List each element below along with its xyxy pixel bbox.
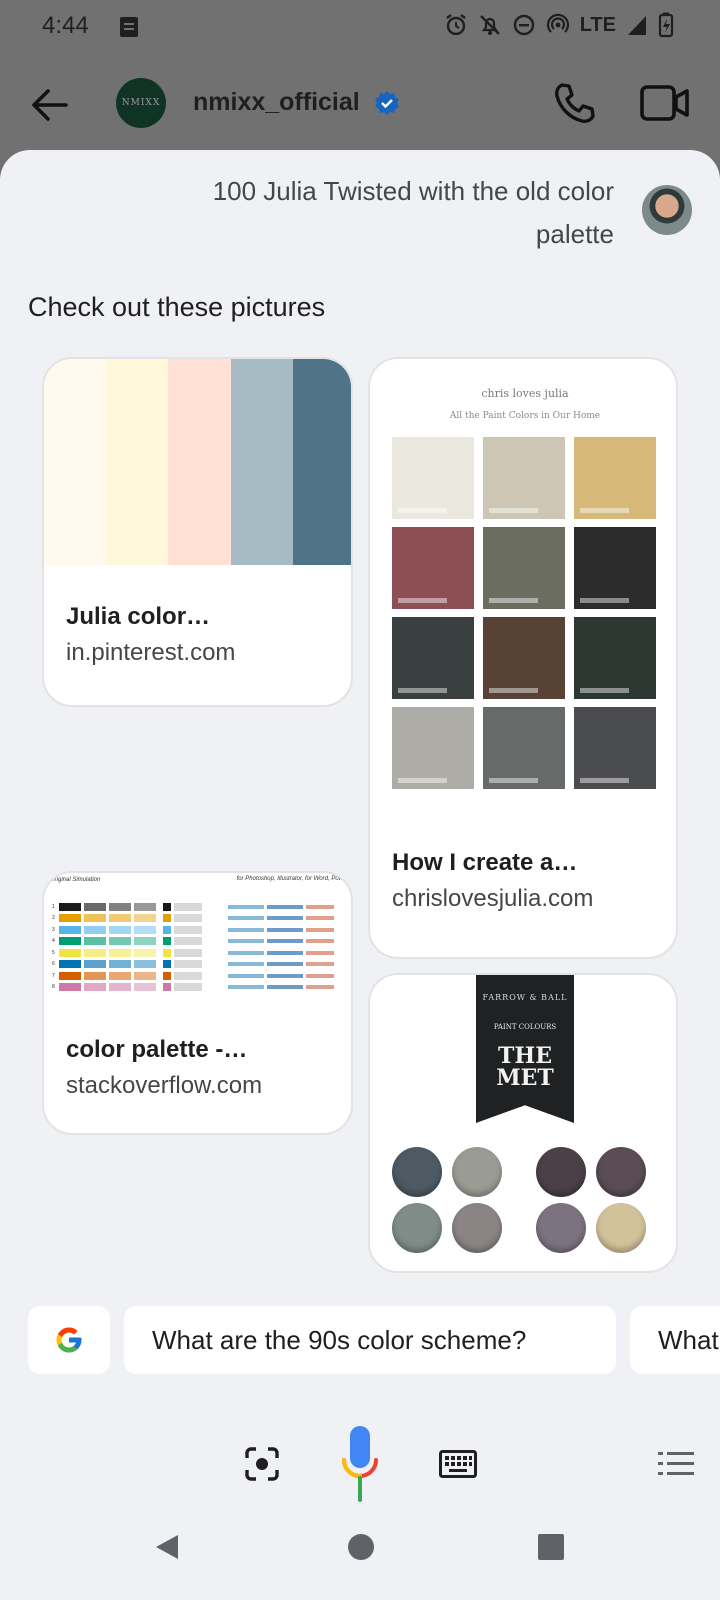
- paint-dot: [536, 1147, 586, 1197]
- contact-avatar[interactable]: NMIXX: [116, 78, 166, 128]
- image-banner: FARROW & BALL PAINT COLOURS THE MET: [476, 975, 574, 1123]
- keyboard-icon: [439, 1450, 477, 1478]
- video-call-icon[interactable]: [640, 82, 690, 124]
- suggestion-chip-90s-color-scheme[interactable]: What are the 90s color scheme?: [124, 1306, 616, 1374]
- do-not-disturb-icon: [513, 14, 534, 36]
- paint-dot: [536, 1203, 586, 1253]
- image-subtitle-text: All the Paint Colors in Our Home: [449, 411, 601, 421]
- notification-message-icon: [120, 17, 138, 37]
- verified-badge-icon: [375, 91, 399, 115]
- list-icon: [658, 1452, 694, 1475]
- card-title: How I create a…: [392, 849, 578, 876]
- table-row: 8: [52, 982, 334, 994]
- paint-chip: [483, 527, 565, 609]
- paint-chip: [574, 437, 656, 519]
- system-navigation-bar: [0, 1502, 720, 1600]
- assistant-sheet: 100 Julia Twisted with the old color pal…: [0, 150, 720, 1600]
- voice-input-button[interactable]: [336, 1422, 384, 1506]
- card-source: in.pinterest.com: [66, 639, 236, 666]
- microphone-icon: [342, 1426, 378, 1502]
- card-source: chrislovesjulia.com: [392, 885, 594, 912]
- google-g-icon: [56, 1327, 82, 1353]
- paint-dot: [452, 1203, 502, 1253]
- image-result-card-chrislovesjulia[interactable]: chris loves julia All the Paint Colors i…: [368, 357, 678, 959]
- paint-chip: [483, 707, 565, 789]
- color-swatch: [106, 359, 169, 565]
- suggestion-chip-partial[interactable]: What: [630, 1306, 720, 1374]
- paint-chip: [392, 617, 474, 699]
- nav-recents-icon: [538, 1534, 564, 1560]
- paint-chip: [574, 707, 656, 789]
- notifications-off-icon: [479, 15, 500, 35]
- color-swatch: [292, 359, 351, 565]
- paint-chip: [574, 617, 656, 699]
- paint-chip: [392, 707, 474, 789]
- nav-home-button[interactable]: [340, 1526, 382, 1568]
- phone-call-icon[interactable]: [552, 80, 598, 126]
- table-header-left: Original Simulation: [50, 877, 101, 883]
- banner-title-text: THE MET: [496, 1043, 554, 1091]
- status-time: 4:44: [42, 12, 89, 39]
- paint-dot: [596, 1203, 646, 1253]
- banner-brand-text: FARROW & BALL: [482, 993, 568, 1002]
- table-row: 3: [52, 924, 334, 936]
- paint-collection-image: FARROW & BALL PAINT COLOURS THE MET: [370, 975, 676, 1271]
- contact-name[interactable]: nmixx_official: [193, 88, 360, 117]
- section-title: Check out these pictures: [28, 292, 326, 322]
- image-result-card-the-met[interactable]: FARROW & BALL PAINT COLOURS THE MET: [368, 973, 678, 1273]
- nav-back-icon: [156, 1535, 178, 1559]
- user-query-text: 100 Julia Twisted with the old color pal…: [212, 176, 614, 249]
- table-row: 7: [52, 970, 334, 982]
- hotspot-icon: [546, 13, 569, 33]
- color-swatch: [230, 359, 293, 565]
- paint-dot: [392, 1203, 442, 1253]
- color-swatch-image: [44, 359, 351, 565]
- table-row: 6: [52, 959, 334, 971]
- keyboard-button[interactable]: [434, 1440, 482, 1488]
- image-logo-text: chris loves julia: [481, 387, 569, 400]
- paint-chip-grid: [392, 437, 656, 789]
- battery-charging-icon: [658, 12, 674, 38]
- status-bar: 4:44 LTE: [0, 0, 720, 54]
- image-result-card-stackoverflow[interactable]: Original Simulation for Photoshop, Illus…: [42, 871, 353, 1135]
- color-swatch: [168, 359, 231, 565]
- card-source: stackoverflow.com: [66, 1072, 263, 1099]
- paint-dot: [392, 1147, 442, 1197]
- paint-chip: [483, 437, 565, 519]
- paint-colors-image: chris loves julia All the Paint Colors i…: [370, 359, 676, 819]
- paint-chip: [574, 527, 656, 609]
- nav-recents-button[interactable]: [530, 1526, 572, 1568]
- table-row: 1: [52, 901, 334, 913]
- network-type-label: LTE: [579, 13, 616, 36]
- user-avatar[interactable]: [642, 185, 692, 235]
- chat-header: NMIXX nmixx_official: [0, 64, 720, 144]
- google-lens-icon: [245, 1447, 279, 1481]
- history-button[interactable]: [654, 1444, 698, 1484]
- paint-chip: [392, 437, 474, 519]
- paint-chip: [392, 527, 474, 609]
- color-swatch: [44, 359, 107, 565]
- card-title: Julia color…: [66, 603, 211, 630]
- paint-chip: [483, 617, 565, 699]
- alarm-icon: [445, 14, 466, 36]
- paint-dot: [452, 1147, 502, 1197]
- card-title: color palette -…: [66, 1036, 248, 1063]
- nav-home-icon: [348, 1534, 374, 1560]
- color-table-image: Original Simulation for Photoshop, Illus…: [44, 873, 351, 995]
- paint-dot: [596, 1147, 646, 1197]
- table-row: 5: [52, 947, 334, 959]
- lens-button[interactable]: [238, 1440, 286, 1488]
- image-result-card-julia-color[interactable]: Julia color… in.pinterest.com: [42, 357, 353, 707]
- assistant-toolbar: [0, 1420, 720, 1510]
- table-header-right: for Photoshop, Illustrator, for Word, Po…: [236, 876, 349, 882]
- google-search-chip[interactable]: [28, 1306, 110, 1374]
- back-arrow-icon[interactable]: [26, 82, 72, 128]
- signal-icon: [628, 16, 646, 35]
- suggestion-row: What are the 90s color scheme? What: [28, 1306, 720, 1374]
- banner-sub-text: PAINT COLOURS: [493, 1023, 557, 1031]
- table-row: 2: [52, 913, 334, 925]
- nav-back-button[interactable]: [146, 1526, 188, 1568]
- table-row: 4: [52, 936, 334, 948]
